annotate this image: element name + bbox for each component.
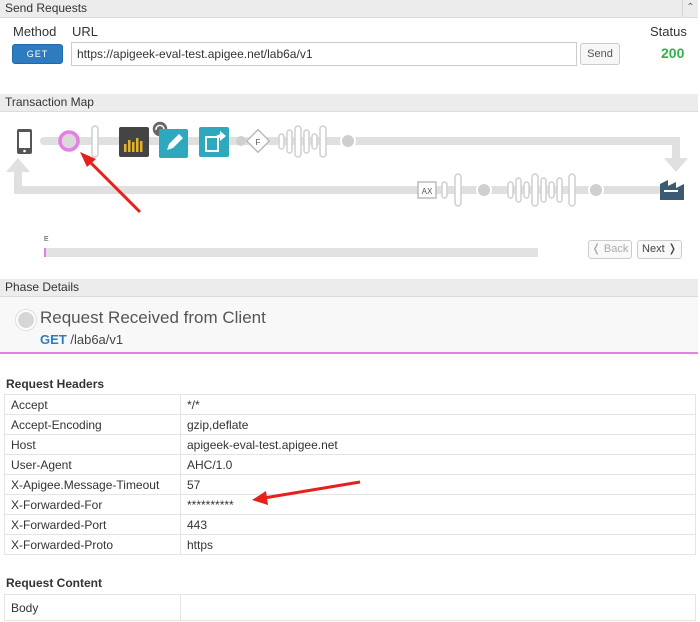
analytics-policy-icon (119, 127, 149, 157)
collapse-icon[interactable]: ⌃ (682, 0, 698, 17)
header-value: 443 (180, 514, 696, 535)
header-value (180, 594, 696, 621)
phase-summary: Request Received from Client GET /lab6a/… (0, 297, 698, 354)
status-code: 200 (661, 45, 685, 61)
request-headers-table: Accept */* Accept-Encoding gzip,deflate Host… (4, 394, 696, 555)
flow-diamond-icon: F (245, 128, 271, 154)
send-requests-header: Send Requests ⌃ (0, 0, 698, 18)
assign-message-policy-icon (159, 129, 188, 158)
header-key: Body (4, 594, 181, 621)
flow-up-arrow-icon (6, 158, 30, 172)
url-input[interactable] (71, 42, 577, 66)
response-flow-track (14, 186, 662, 194)
timeline-cursor (44, 248, 46, 257)
header-key: Accept-Encoding (4, 414, 181, 435)
table-row: Body (4, 594, 696, 621)
table-row: X-Forwarded-Port 443 (4, 514, 696, 535)
phase-status-icon (16, 310, 36, 330)
status-label: Status (650, 24, 687, 39)
annotation-arrow (80, 152, 142, 214)
header-key: X-Forwarded-Port (4, 514, 181, 535)
flow-down-arrow-icon (664, 158, 688, 172)
phase-path: /lab6a/v1 (70, 332, 124, 347)
transaction-map-header: Transaction Map (0, 94, 698, 112)
header-value: */* (180, 394, 696, 415)
header-key: X-Forwarded-Proto (4, 534, 181, 555)
request-content-title: Request Content (6, 576, 102, 590)
ax-badge: AX (417, 181, 437, 199)
back-button[interactable]: ❬ Back (588, 240, 632, 259)
table-row: User-Agent AHC/1.0 (4, 454, 696, 475)
phase-method: GET (40, 332, 67, 347)
timeline-start-label: E (44, 236, 49, 243)
send-requests-title: Send Requests (5, 1, 88, 15)
request-content-table: Body (4, 594, 696, 621)
flow-badge-f: F (256, 138, 261, 147)
table-row: Accept-Encoding gzip,deflate (4, 414, 696, 435)
phase-details-header: Phase Details (0, 279, 698, 297)
step-dot (476, 182, 492, 198)
step-dot (236, 136, 246, 146)
method-label: Method (13, 24, 57, 39)
step-dot (340, 133, 356, 149)
header-value: apigeek-eval-test.apigee.net (180, 434, 696, 455)
header-key: X-Forwarded-For (4, 494, 181, 515)
header-key: X-Apigee.Message-Timeout (4, 474, 181, 495)
flow-callout-policy-icon (199, 127, 229, 157)
phase-title: Request Received from Client (40, 308, 266, 327)
step-dot (588, 182, 604, 198)
phase-details-title: Phase Details (5, 280, 80, 294)
table-row: Accept */* (4, 394, 696, 415)
annotation-arrow (252, 480, 361, 505)
timeline-track[interactable] (44, 248, 538, 257)
header-value: AHC/1.0 (180, 454, 696, 475)
flow-badge-ax: AX (422, 187, 433, 196)
request-headers-title: Request Headers (6, 377, 105, 391)
send-button[interactable]: Send (580, 43, 620, 65)
target-factory-icon (660, 180, 684, 200)
header-value: gzip,deflate (180, 414, 696, 435)
header-key: Host (4, 434, 181, 455)
header-value: https (180, 534, 696, 555)
transaction-map-title: Transaction Map (5, 95, 94, 109)
step-separator (91, 125, 99, 158)
url-label: URL (72, 24, 99, 39)
header-key: User-Agent (4, 454, 181, 475)
next-button[interactable]: Next ❭ (637, 240, 682, 259)
client-phone-icon (17, 129, 32, 154)
table-row: X-Forwarded-Proto https (4, 534, 696, 555)
method-select-button[interactable]: GET (12, 44, 63, 64)
request-received-phase-icon (58, 130, 80, 152)
table-row: Host apigeek-eval-test.apigee.net (4, 434, 696, 455)
header-key: Accept (4, 394, 181, 415)
